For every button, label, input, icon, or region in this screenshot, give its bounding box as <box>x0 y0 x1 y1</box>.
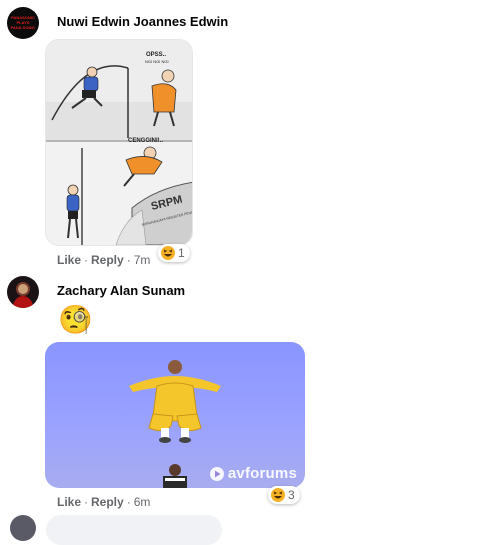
avatar[interactable] <box>7 276 39 308</box>
reply-button[interactable]: Reply <box>91 495 124 509</box>
avatar-logo: PANASONIC PLAYS PANA SONIC <box>11 15 36 30</box>
comment-image[interactable]: OPSS.. NGI NGI NGI CENGGINI!.. SRPM SURU… <box>45 39 193 246</box>
avatar-photo <box>12 282 34 308</box>
reply-button[interactable]: Reply <box>91 253 124 267</box>
gif-watermark: avforums <box>209 465 297 482</box>
svg-text:PANA SONIC: PANA SONIC <box>11 25 36 30</box>
avatar[interactable]: PANASONIC PLAYS PANA SONIC <box>7 7 39 39</box>
watermark-text: avforums <box>227 465 297 482</box>
comment-author[interactable]: Nuwi Edwin Joannes Edwin <box>57 14 228 29</box>
comic-caption-2: NGI NGI NGI <box>145 59 169 64</box>
haha-reaction-icon <box>271 488 285 502</box>
like-button[interactable]: Like <box>57 495 81 509</box>
like-button[interactable]: Like <box>57 253 81 267</box>
comic-caption-1: OPSS.. <box>146 52 166 58</box>
comment-gif[interactable]: avforums <box>45 342 305 488</box>
reaction-summary[interactable]: 1 <box>158 244 190 262</box>
monocle-face-emoji: 🧐 <box>58 304 93 335</box>
comic-caption-3: CENGGINI!.. <box>128 138 163 144</box>
comic-illustration: OPSS.. NGI NGI NGI CENGGINI!.. SRPM SURU… <box>46 40 192 245</box>
play-icon <box>209 466 225 482</box>
comment-actions: Like · Reply · 7m <box>57 253 151 267</box>
avatar[interactable] <box>10 515 36 541</box>
comment-author[interactable]: Zachary Alan Sunam <box>57 283 185 298</box>
comment-actions: Like · Reply · 6m <box>57 495 151 509</box>
haha-reaction-icon <box>161 246 175 260</box>
comment-timestamp[interactable]: 7m <box>134 253 151 267</box>
comment-bubble[interactable] <box>46 515 222 545</box>
reaction-count: 1 <box>178 246 185 260</box>
reaction-count: 3 <box>288 488 295 502</box>
reaction-summary[interactable]: 3 <box>268 486 300 504</box>
comment-timestamp[interactable]: 6m <box>134 495 151 509</box>
